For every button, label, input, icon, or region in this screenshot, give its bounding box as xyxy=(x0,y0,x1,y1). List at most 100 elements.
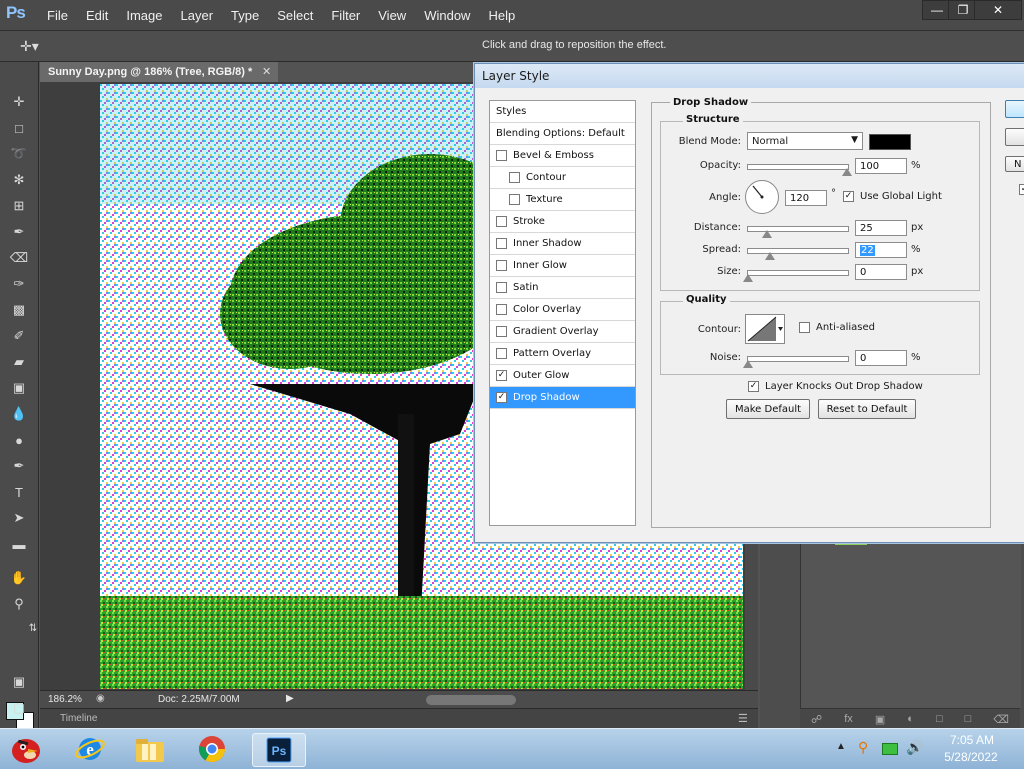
dialog-title[interactable]: Layer Style xyxy=(475,64,1024,88)
status-info-icon[interactable]: ◉ xyxy=(96,693,105,704)
adjustment-layer-icon[interactable]: ◐ xyxy=(907,713,914,725)
style-checkbox-texture[interactable] xyxy=(509,194,520,205)
hand-tool-icon[interactable]: ✋ xyxy=(8,568,30,588)
make-default-button[interactable]: Make Default xyxy=(726,399,810,419)
move-tool-icon[interactable]: ✛ xyxy=(8,92,30,112)
clock-date[interactable]: 5/28/2022 xyxy=(936,750,1006,764)
menu-help[interactable]: Help xyxy=(479,8,524,23)
shape-tool-icon[interactable]: ▬ xyxy=(8,534,30,554)
file-explorer-icon[interactable] xyxy=(130,733,170,765)
brush-tool-icon[interactable]: ✑ xyxy=(8,274,30,294)
contour-picker[interactable] xyxy=(745,314,785,344)
horizontal-scrollbar-thumb[interactable] xyxy=(426,695,516,705)
distance-slider-thumb[interactable] xyxy=(762,230,772,238)
style-item-drop-shadow[interactable]: ✓ Drop Shadow xyxy=(490,387,635,409)
volume-icon[interactable]: 🔊 xyxy=(906,739,923,756)
style-checkbox-outer-glow[interactable]: ✓ xyxy=(496,370,507,381)
anti-aliased-option[interactable]: Anti-aliased xyxy=(799,322,875,333)
spread-slider-thumb[interactable] xyxy=(765,252,775,260)
spread-slider[interactable] xyxy=(747,248,849,260)
shadow-color-swatch[interactable] xyxy=(869,134,911,150)
styles-header[interactable]: Styles xyxy=(490,101,635,123)
close-button[interactable]: ✕ xyxy=(974,0,1022,20)
fx-icon[interactable]: fx xyxy=(844,713,853,725)
eyedropper-tool-icon[interactable]: ✒ xyxy=(8,222,30,242)
reset-to-default-button[interactable]: Reset to Default xyxy=(818,399,916,419)
link-layers-icon[interactable]: ☍ xyxy=(811,713,822,726)
style-item-color-overlay[interactable]: Color Overlay xyxy=(490,299,635,321)
new-layer-icon[interactable]: □ xyxy=(965,713,972,725)
document-tab-close-icon[interactable]: ✕ xyxy=(262,65,271,78)
style-checkbox-color-overlay[interactable] xyxy=(496,304,507,315)
status-menu-arrow-icon[interactable]: ▶ xyxy=(286,693,294,704)
style-checkbox-inner-glow[interactable] xyxy=(496,260,507,271)
chrome-icon[interactable] xyxy=(192,733,232,765)
menu-type[interactable]: Type xyxy=(222,8,268,23)
style-checkbox-inner-shadow[interactable] xyxy=(496,238,507,249)
size-slider[interactable] xyxy=(743,270,849,282)
clock-time[interactable]: 7:05 AM xyxy=(944,733,1000,747)
noise-slider[interactable] xyxy=(743,356,849,368)
style-item-satin[interactable]: Satin xyxy=(490,277,635,299)
photoshop-taskbar-button[interactable]: Ps xyxy=(252,733,306,767)
show-hidden-icons-arrow-icon[interactable]: ▲ xyxy=(836,741,846,752)
new-style-button-partial[interactable]: N xyxy=(1005,156,1024,172)
healing-brush-tool-icon[interactable]: ⌫ xyxy=(8,248,30,268)
layer-knocks-out-checkbox[interactable]: ✓ xyxy=(748,381,759,392)
noise-slider-thumb[interactable] xyxy=(743,360,753,368)
menu-layer[interactable]: Layer xyxy=(172,8,223,23)
blend-mode-select[interactable]: Normal ▼ xyxy=(747,132,863,150)
style-item-contour[interactable]: Contour xyxy=(490,167,635,189)
menu-view[interactable]: View xyxy=(369,8,415,23)
size-input[interactable]: 0 xyxy=(855,264,907,280)
style-checkbox-drop-shadow[interactable]: ✓ xyxy=(496,392,507,403)
menu-image[interactable]: Image xyxy=(117,8,171,23)
path-select-tool-icon[interactable]: ➤ xyxy=(8,508,30,528)
search-tray-icon[interactable]: ⚲ xyxy=(858,739,868,756)
style-item-pattern-overlay[interactable]: Pattern Overlay xyxy=(490,343,635,365)
style-item-inner-shadow[interactable]: Inner Shadow xyxy=(490,233,635,255)
quick-mask-icon[interactable]: ▣ xyxy=(8,672,30,692)
use-global-light-checkbox[interactable]: ✓ xyxy=(843,191,854,202)
menu-filter[interactable]: Filter xyxy=(322,8,369,23)
style-item-outer-glow[interactable]: ✓ Outer Glow xyxy=(490,365,635,387)
layer-knocks-out-option[interactable]: ✓ Layer Knocks Out Drop Shadow xyxy=(748,381,923,392)
move-tool-preset-icon[interactable]: ✛▾ xyxy=(20,38,39,55)
gradient-tool-icon[interactable]: ▣ xyxy=(8,378,30,398)
style-checkbox-bevel-emboss[interactable] xyxy=(496,150,507,161)
opacity-slider-thumb[interactable] xyxy=(842,168,852,176)
blur-tool-icon[interactable]: 💧 xyxy=(8,404,30,424)
menu-edit[interactable]: Edit xyxy=(77,8,117,23)
menu-select[interactable]: Select xyxy=(268,8,322,23)
opacity-input[interactable]: 100 xyxy=(855,158,907,174)
ok-button-partial[interactable] xyxy=(1005,100,1024,118)
lasso-tool-icon[interactable]: ➰ xyxy=(8,144,30,164)
crop-tool-icon[interactable]: ⊞ xyxy=(8,196,30,216)
style-checkbox-pattern-overlay[interactable] xyxy=(496,348,507,359)
cancel-button-partial[interactable] xyxy=(1005,128,1024,146)
distance-input[interactable]: 25 xyxy=(855,220,907,236)
pen-tool-icon[interactable]: ✒ xyxy=(8,456,30,476)
internet-explorer-icon[interactable]: e xyxy=(70,733,110,765)
style-item-stroke[interactable]: Stroke xyxy=(490,211,635,233)
panel-menu-icon[interactable]: ☰ xyxy=(738,712,748,725)
anti-aliased-checkbox[interactable] xyxy=(799,322,810,333)
preview-checkbox-partial[interactable]: ✓ xyxy=(1019,184,1024,195)
style-checkbox-contour[interactable] xyxy=(509,172,520,183)
add-mask-icon[interactable]: ▣ xyxy=(875,713,885,726)
use-global-light-option[interactable]: ✓ Use Global Light xyxy=(843,191,942,202)
delete-layer-icon[interactable]: ⌫ xyxy=(993,713,1009,726)
marquee-tool-icon[interactable]: □ xyxy=(8,118,30,138)
style-checkbox-satin[interactable] xyxy=(496,282,507,293)
style-item-gradient-overlay[interactable]: Gradient Overlay xyxy=(490,321,635,343)
style-item-bevel-emboss[interactable]: Bevel & Emboss xyxy=(490,145,635,167)
spread-input[interactable]: 22 xyxy=(855,242,907,258)
distance-slider[interactable] xyxy=(747,226,849,238)
quick-select-tool-icon[interactable]: ✻ xyxy=(8,170,30,190)
style-checkbox-stroke[interactable] xyxy=(496,216,507,227)
angle-dial[interactable] xyxy=(745,180,779,214)
style-checkbox-gradient-overlay[interactable] xyxy=(496,326,507,337)
timeline-label[interactable]: Timeline xyxy=(60,713,97,724)
menu-file[interactable]: File xyxy=(38,8,77,23)
size-slider-thumb[interactable] xyxy=(743,274,753,282)
